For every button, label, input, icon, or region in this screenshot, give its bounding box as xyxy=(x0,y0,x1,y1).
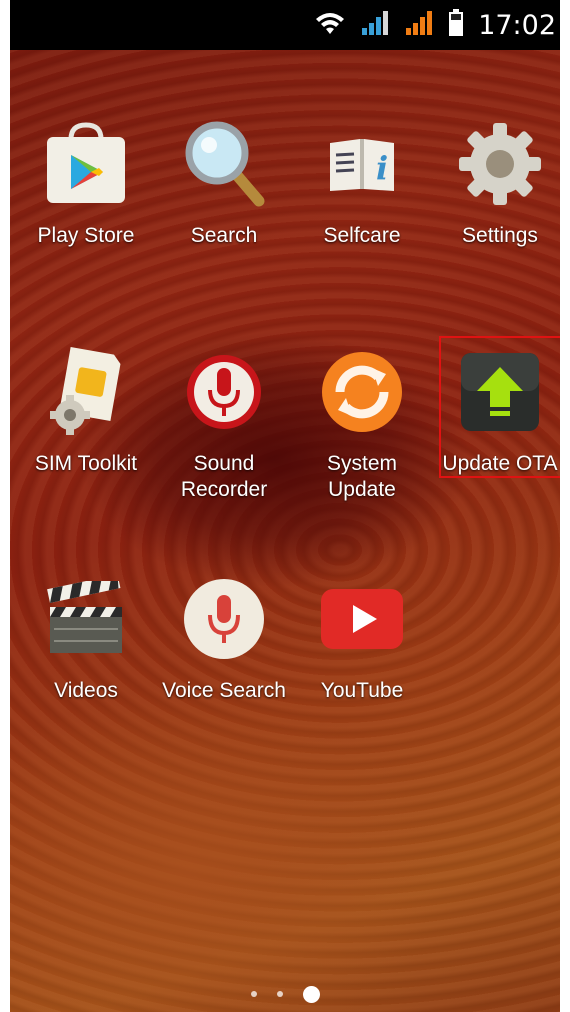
home-screen: 17:02 Play Store Search i Selfcare Setti… xyxy=(10,0,560,1012)
status-icons: 17:02 xyxy=(314,0,560,50)
app-label: YouTube xyxy=(320,679,404,702)
app-label: System Update xyxy=(326,452,397,501)
page-dot[interactable] xyxy=(250,991,257,997)
app-settings[interactable]: Settings xyxy=(431,117,560,249)
svg-text:i: i xyxy=(376,149,388,187)
sim-card-icon xyxy=(39,345,133,439)
page-dot[interactable] xyxy=(276,991,283,997)
app-label: SIM Toolkit xyxy=(34,452,138,475)
app-label: Voice Search xyxy=(162,679,286,702)
page-indicator[interactable] xyxy=(10,984,560,1004)
app-label: Sound Recorder xyxy=(180,452,268,501)
app-search[interactable]: Search xyxy=(155,117,293,249)
gear-icon xyxy=(453,117,547,211)
app-play-store[interactable]: Play Store xyxy=(17,117,155,249)
page-dot-current[interactable] xyxy=(302,985,320,1003)
refresh-icon xyxy=(315,345,409,439)
microphone-icon xyxy=(177,345,271,439)
app-selfcare[interactable]: i Selfcare xyxy=(293,117,431,249)
clapperboard-icon xyxy=(39,572,133,666)
status-bar: 17:02 xyxy=(10,0,560,50)
wifi-icon xyxy=(314,10,346,41)
app-label: Settings xyxy=(462,224,538,247)
play-store-icon xyxy=(39,117,133,211)
app-youtube[interactable]: YouTube xyxy=(293,572,431,704)
status-clock: 17:02 xyxy=(478,9,556,41)
app-videos[interactable]: Videos xyxy=(17,572,155,704)
highlight-box xyxy=(439,336,560,478)
app-sim-toolkit[interactable]: SIM Toolkit xyxy=(17,345,155,477)
book-icon: i xyxy=(315,117,409,211)
app-label: Selfcare xyxy=(323,224,401,247)
signal-icon-sim2 xyxy=(404,10,434,41)
battery-icon xyxy=(448,8,464,42)
youtube-icon xyxy=(315,572,409,666)
app-label: Play Store xyxy=(37,224,135,247)
app-voice-search[interactable]: Voice Search xyxy=(155,572,293,704)
signal-icon xyxy=(360,10,390,41)
app-system-update[interactable]: System Update xyxy=(293,345,431,503)
app-label: Search xyxy=(190,224,258,247)
voice-mic-icon xyxy=(177,572,271,666)
search-icon xyxy=(177,117,271,211)
app-label: Videos xyxy=(54,679,118,702)
app-sound-recorder[interactable]: Sound Recorder xyxy=(155,345,293,503)
